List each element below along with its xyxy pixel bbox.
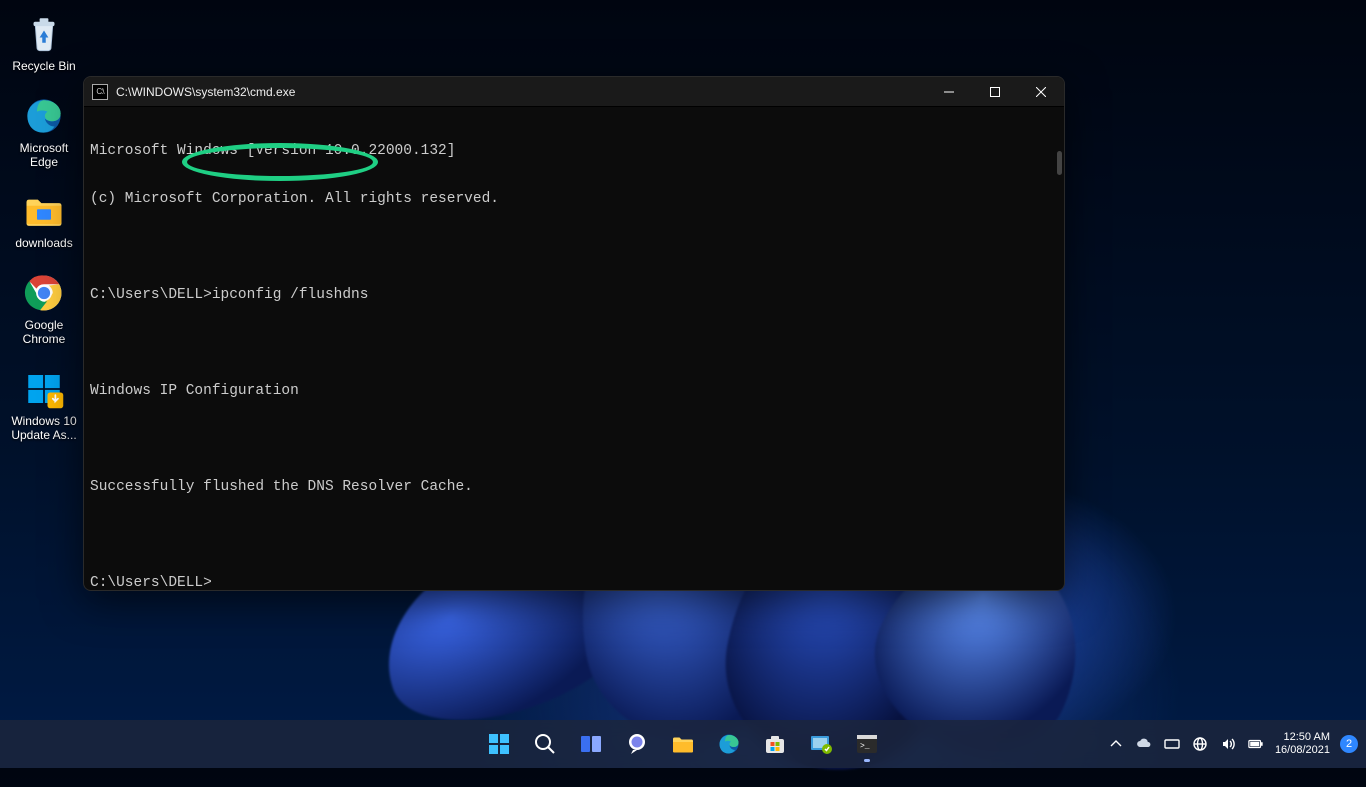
terminal-line: Microsoft Windows [Version 10.0.22000.13… [90, 143, 1058, 159]
notification-badge[interactable]: 2 [1340, 735, 1358, 753]
file-explorer-button[interactable] [663, 724, 703, 764]
terminal-line: C:\Users\DELL> [90, 575, 1058, 591]
desktop-icon-label: Recycle Bin [12, 60, 75, 74]
desktop-icon-chrome[interactable]: Google Chrome [6, 269, 82, 347]
scrollbar-thumb[interactable] [1057, 151, 1062, 175]
minimize-button[interactable] [926, 77, 972, 107]
cmd-icon: C:\ [92, 84, 108, 100]
edge-taskbar-button[interactable] [709, 724, 749, 764]
cmd-window[interactable]: C:\ C:\WINDOWS\system32\cmd.exe Microsof… [83, 76, 1065, 591]
titlebar[interactable]: C:\ C:\WINDOWS\system32\cmd.exe [84, 77, 1064, 107]
cmd-taskbar-button[interactable]: >_ [847, 724, 887, 764]
desktop-icon-edge[interactable]: Microsoft Edge [6, 92, 82, 170]
control-panel-button[interactable] [801, 724, 841, 764]
clock[interactable]: 12:50 AM 16/08/2021 [1275, 731, 1330, 757]
clock-date: 16/08/2021 [1275, 744, 1330, 757]
desktop-icon-label: Microsoft Edge [6, 142, 82, 170]
desktop-icon-win10-update[interactable]: Windows 10 Update As... [6, 365, 82, 443]
recycle-bin-icon [20, 10, 68, 58]
input-indicator-icon[interactable] [1163, 735, 1181, 753]
tray-chevron-icon[interactable] [1107, 735, 1125, 753]
start-button[interactable] [479, 724, 519, 764]
chat-button[interactable] [617, 724, 657, 764]
terminal-line [90, 335, 1058, 351]
folder-icon [20, 187, 68, 235]
search-button[interactable] [525, 724, 565, 764]
windows-update-icon [20, 365, 68, 413]
desktop-icon-label: Google Chrome [6, 319, 82, 347]
desktop-icon-recycle-bin[interactable]: Recycle Bin [6, 10, 82, 74]
window-title: C:\WINDOWS\system32\cmd.exe [116, 85, 926, 99]
terminal-line: C:\Users\DELL>ipconfig /flushdns [90, 287, 1058, 303]
svg-text:>_: >_ [860, 742, 870, 751]
terminal-line [90, 431, 1058, 447]
onedrive-icon[interactable] [1135, 735, 1153, 753]
system-tray: 12:50 AM 16/08/2021 2 [1107, 720, 1358, 768]
terminal-line [90, 527, 1058, 543]
edge-icon [20, 92, 68, 140]
desktop-icon-label: downloads [15, 237, 72, 251]
close-button[interactable] [1018, 77, 1064, 107]
taskbar: >_ 12:50 AM 16/08/2021 2 [0, 720, 1366, 768]
desktop-icon-label: Windows 10 Update As... [6, 415, 82, 443]
terminal-line: Successfully flushed the DNS Resolver Ca… [90, 479, 1058, 495]
task-view-button[interactable] [571, 724, 611, 764]
chrome-icon [20, 269, 68, 317]
terminal-line: (c) Microsoft Corporation. All rights re… [90, 191, 1058, 207]
taskbar-center: >_ [479, 724, 887, 764]
battery-icon[interactable] [1247, 735, 1265, 753]
desktop-icons: Recycle Bin Microsoft Edge downloads Goo… [6, 10, 82, 442]
maximize-button[interactable] [972, 77, 1018, 107]
terminal-output[interactable]: Microsoft Windows [Version 10.0.22000.13… [84, 107, 1064, 591]
terminal-line [90, 239, 1058, 255]
desktop-icon-downloads[interactable]: downloads [6, 187, 82, 251]
clock-time: 12:50 AM [1275, 731, 1330, 744]
volume-icon[interactable] [1219, 735, 1237, 753]
network-icon[interactable] [1191, 735, 1209, 753]
terminal-line: Windows IP Configuration [90, 383, 1058, 399]
microsoft-store-button[interactable] [755, 724, 795, 764]
